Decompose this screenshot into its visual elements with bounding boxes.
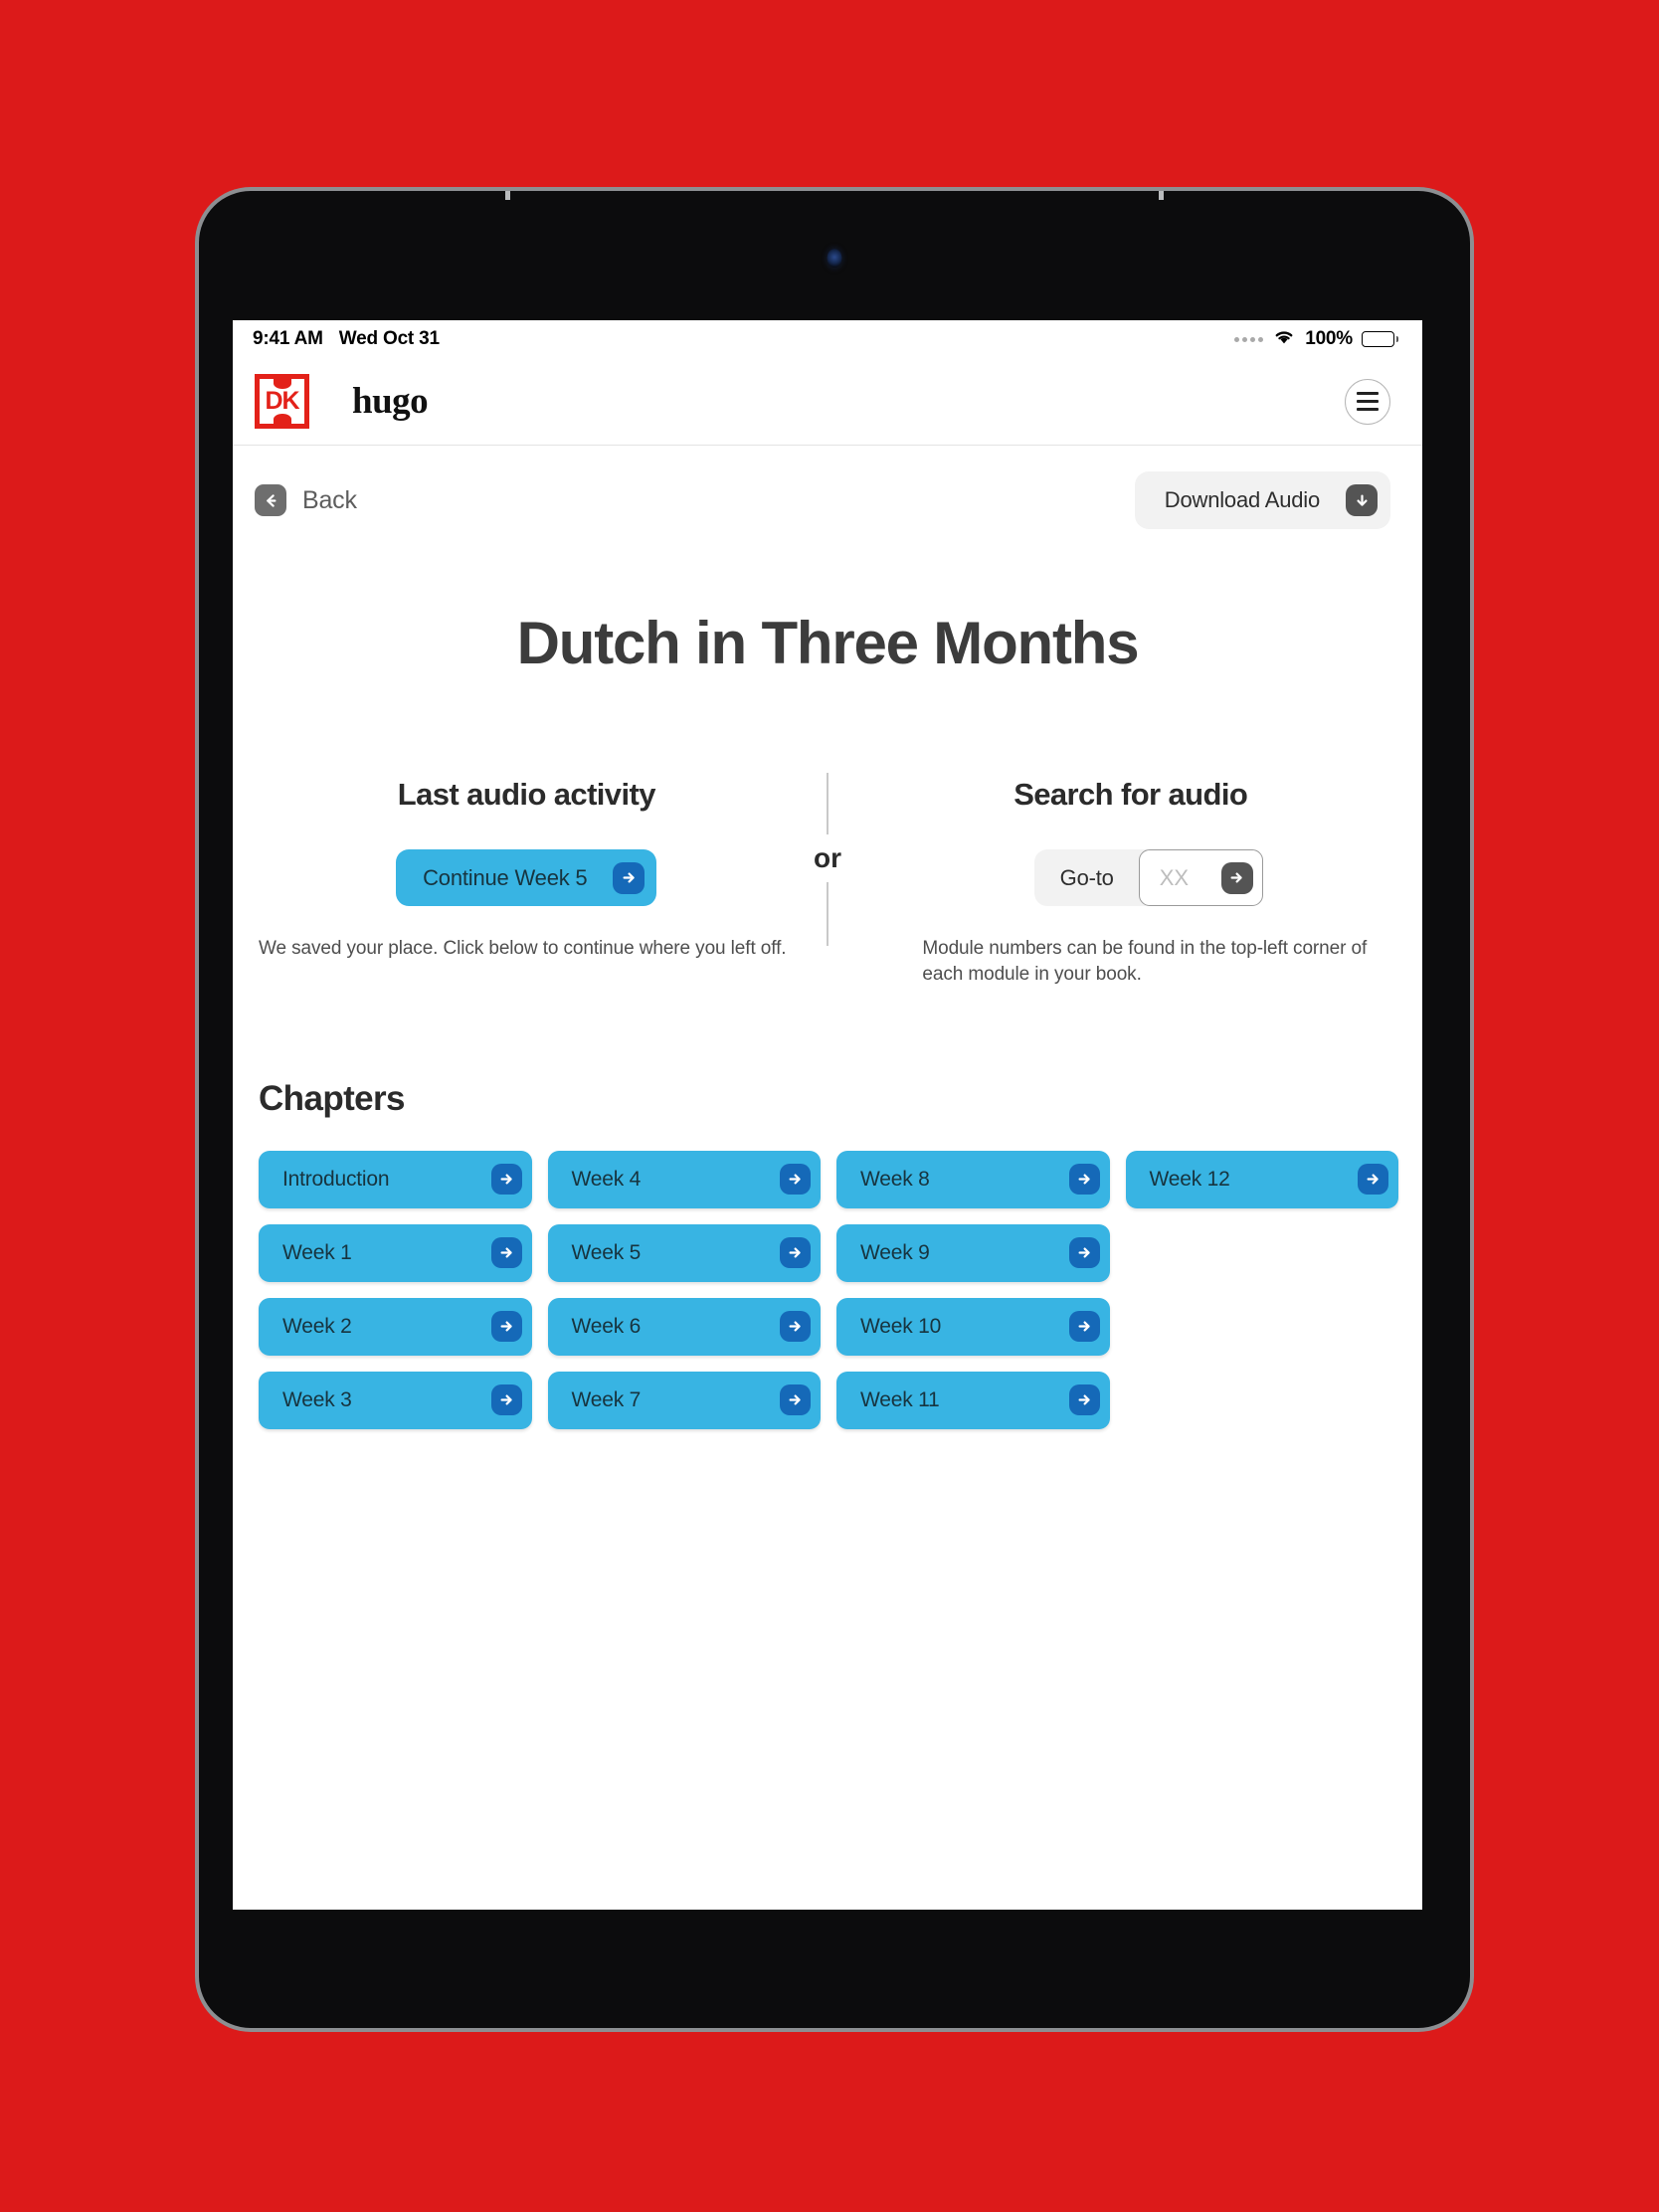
antenna-line-left	[505, 191, 510, 200]
search-for-audio-description: Module numbers can be found in the top-l…	[922, 938, 1368, 985]
chapter-label: Week 1	[282, 1240, 352, 1264]
chapter-button[interactable]: Week 5	[547, 1223, 821, 1282]
chapter-label: Week 6	[571, 1314, 642, 1338]
back-button[interactable]: Back	[255, 484, 357, 516]
status-date: Wed Oct 31	[338, 328, 440, 349]
arrow-right-icon	[490, 1237, 522, 1269]
chapter-button[interactable]: Week 10	[836, 1297, 1110, 1356]
goto-group: Go-to	[1033, 849, 1263, 906]
arrow-right-icon	[780, 1311, 811, 1343]
goto-row: Go-to	[862, 849, 1398, 906]
goto-module-input[interactable]	[1159, 864, 1203, 891]
chapters-grid: Introduction Week 1 Week 2 Week 3 Week 4 Week…	[259, 1150, 1398, 1429]
chapter-button[interactable]: Week 9	[836, 1223, 1110, 1282]
continue-row: Continue Week 5	[259, 849, 795, 906]
arrow-right-icon	[1068, 1311, 1100, 1343]
chapter-button[interactable]: Week 1	[259, 1223, 532, 1282]
chapter-label: Week 4	[571, 1167, 642, 1191]
hugo-wordmark: hugo	[352, 381, 429, 422]
dk-logo-text: DK	[265, 387, 299, 415]
chapter-label: Week 9	[860, 1240, 930, 1264]
arrow-right-icon	[780, 1164, 811, 1196]
chapters-heading: Chapters	[259, 1078, 406, 1118]
last-audio-activity-description: We saved your place. Click below to cont…	[259, 938, 787, 959]
chapter-label: Week 11	[860, 1387, 940, 1411]
chapter-button[interactable]: Week 12	[1125, 1150, 1398, 1208]
brand-lockup[interactable]: DK hugo	[255, 374, 429, 429]
last-audio-activity-heading: Last audio activity	[397, 777, 656, 812]
arrow-right-icon	[1068, 1164, 1100, 1196]
arrow-right-icon[interactable]	[1220, 861, 1253, 894]
dk-logo-icon: DK	[255, 374, 309, 429]
chapter-label: Week 12	[1149, 1167, 1230, 1191]
status-time: 9:41 AM	[253, 328, 323, 349]
search-for-audio-heading: Search for audio	[1014, 777, 1248, 812]
last-audio-activity-column: Last audio activity Continue Week 5 We s…	[259, 777, 795, 962]
wifi-icon	[1272, 327, 1296, 351]
page-title: Dutch in Three Months	[516, 610, 1140, 676]
or-label: or	[814, 842, 841, 873]
chapter-button[interactable]: Week 8	[836, 1150, 1110, 1208]
continue-week-button[interactable]: Continue Week 5	[396, 849, 657, 906]
arrow-right-icon	[490, 1164, 522, 1196]
arrow-right-icon	[780, 1384, 811, 1416]
app-header: DK hugo	[233, 358, 1422, 446]
page-toolbar: Back Download Audio	[233, 446, 1422, 551]
goto-input-wrap[interactable]	[1138, 849, 1263, 906]
divider-line-top	[827, 773, 829, 834]
cellular-signal-icon	[1234, 336, 1264, 342]
chapter-button[interactable]: Week 7	[547, 1371, 821, 1429]
hamburger-menu-icon[interactable]	[1345, 378, 1390, 425]
chapter-label: Week 5	[571, 1240, 642, 1264]
status-bar-right: 100%	[1234, 327, 1398, 351]
chapter-button[interactable]: Week 2	[259, 1297, 532, 1356]
download-audio-button[interactable]: Download Audio	[1134, 471, 1390, 529]
status-bar-left: 9:41 AM Wed Oct 31	[253, 328, 440, 350]
chapter-label: Introduction	[282, 1167, 390, 1191]
chapter-button[interactable]: Week 11	[836, 1371, 1110, 1429]
chapter-label: Week 7	[571, 1387, 642, 1411]
arrow-right-icon	[1358, 1164, 1388, 1196]
battery-icon	[1362, 331, 1398, 347]
arrow-left-icon	[255, 484, 286, 516]
search-for-audio-column: Search for audio Go-to XX Module numbers…	[862, 777, 1398, 988]
chapter-button[interactable]: Week 4	[547, 1150, 821, 1208]
download-audio-label: Download Audio	[1164, 487, 1320, 512]
divider-line-bottom	[827, 882, 829, 946]
arrow-right-icon	[490, 1384, 522, 1416]
chapter-label: Week 2	[282, 1314, 352, 1338]
chapter-label: Week 3	[282, 1387, 352, 1411]
arrow-right-icon	[613, 861, 645, 894]
antenna-line-right	[1159, 191, 1164, 200]
tablet-body: 9:41 AM Wed Oct 31 100% DK hugo Back Dow…	[199, 191, 1470, 2028]
tablet-frame: 9:41 AM Wed Oct 31 100% DK hugo Back Dow…	[195, 187, 1474, 2032]
status-bar: 9:41 AM Wed Oct 31 100%	[233, 320, 1422, 358]
arrow-right-icon	[1068, 1237, 1100, 1269]
back-button-label: Back	[302, 485, 357, 514]
chapter-button[interactable]: Introduction	[259, 1150, 532, 1208]
arrow-right-icon	[490, 1311, 522, 1343]
chapter-label: Week 8	[860, 1167, 930, 1191]
chapters-section: Chapters Introduction Week 1 Week 2 Week 3 W…	[233, 1079, 1422, 1429]
goto-label: Go-to	[1059, 864, 1114, 890]
chapter-button[interactable]: Week 6	[547, 1297, 821, 1356]
chapter-button[interactable]: Week 3	[259, 1371, 532, 1429]
arrow-right-icon	[1068, 1384, 1100, 1416]
battery-percent-label: 100%	[1305, 328, 1353, 349]
continue-week-label: Continue Week 5	[423, 864, 588, 890]
arrow-down-icon	[1346, 484, 1378, 516]
or-divider: or	[814, 773, 841, 962]
chapter-label: Week 10	[860, 1314, 942, 1338]
audio-section: Last audio activity Continue Week 5 We s…	[233, 773, 1422, 988]
arrow-right-icon	[780, 1237, 811, 1269]
front-camera-icon	[827, 249, 842, 268]
tablet-screen: 9:41 AM Wed Oct 31 100% DK hugo Back Dow…	[233, 320, 1422, 1910]
